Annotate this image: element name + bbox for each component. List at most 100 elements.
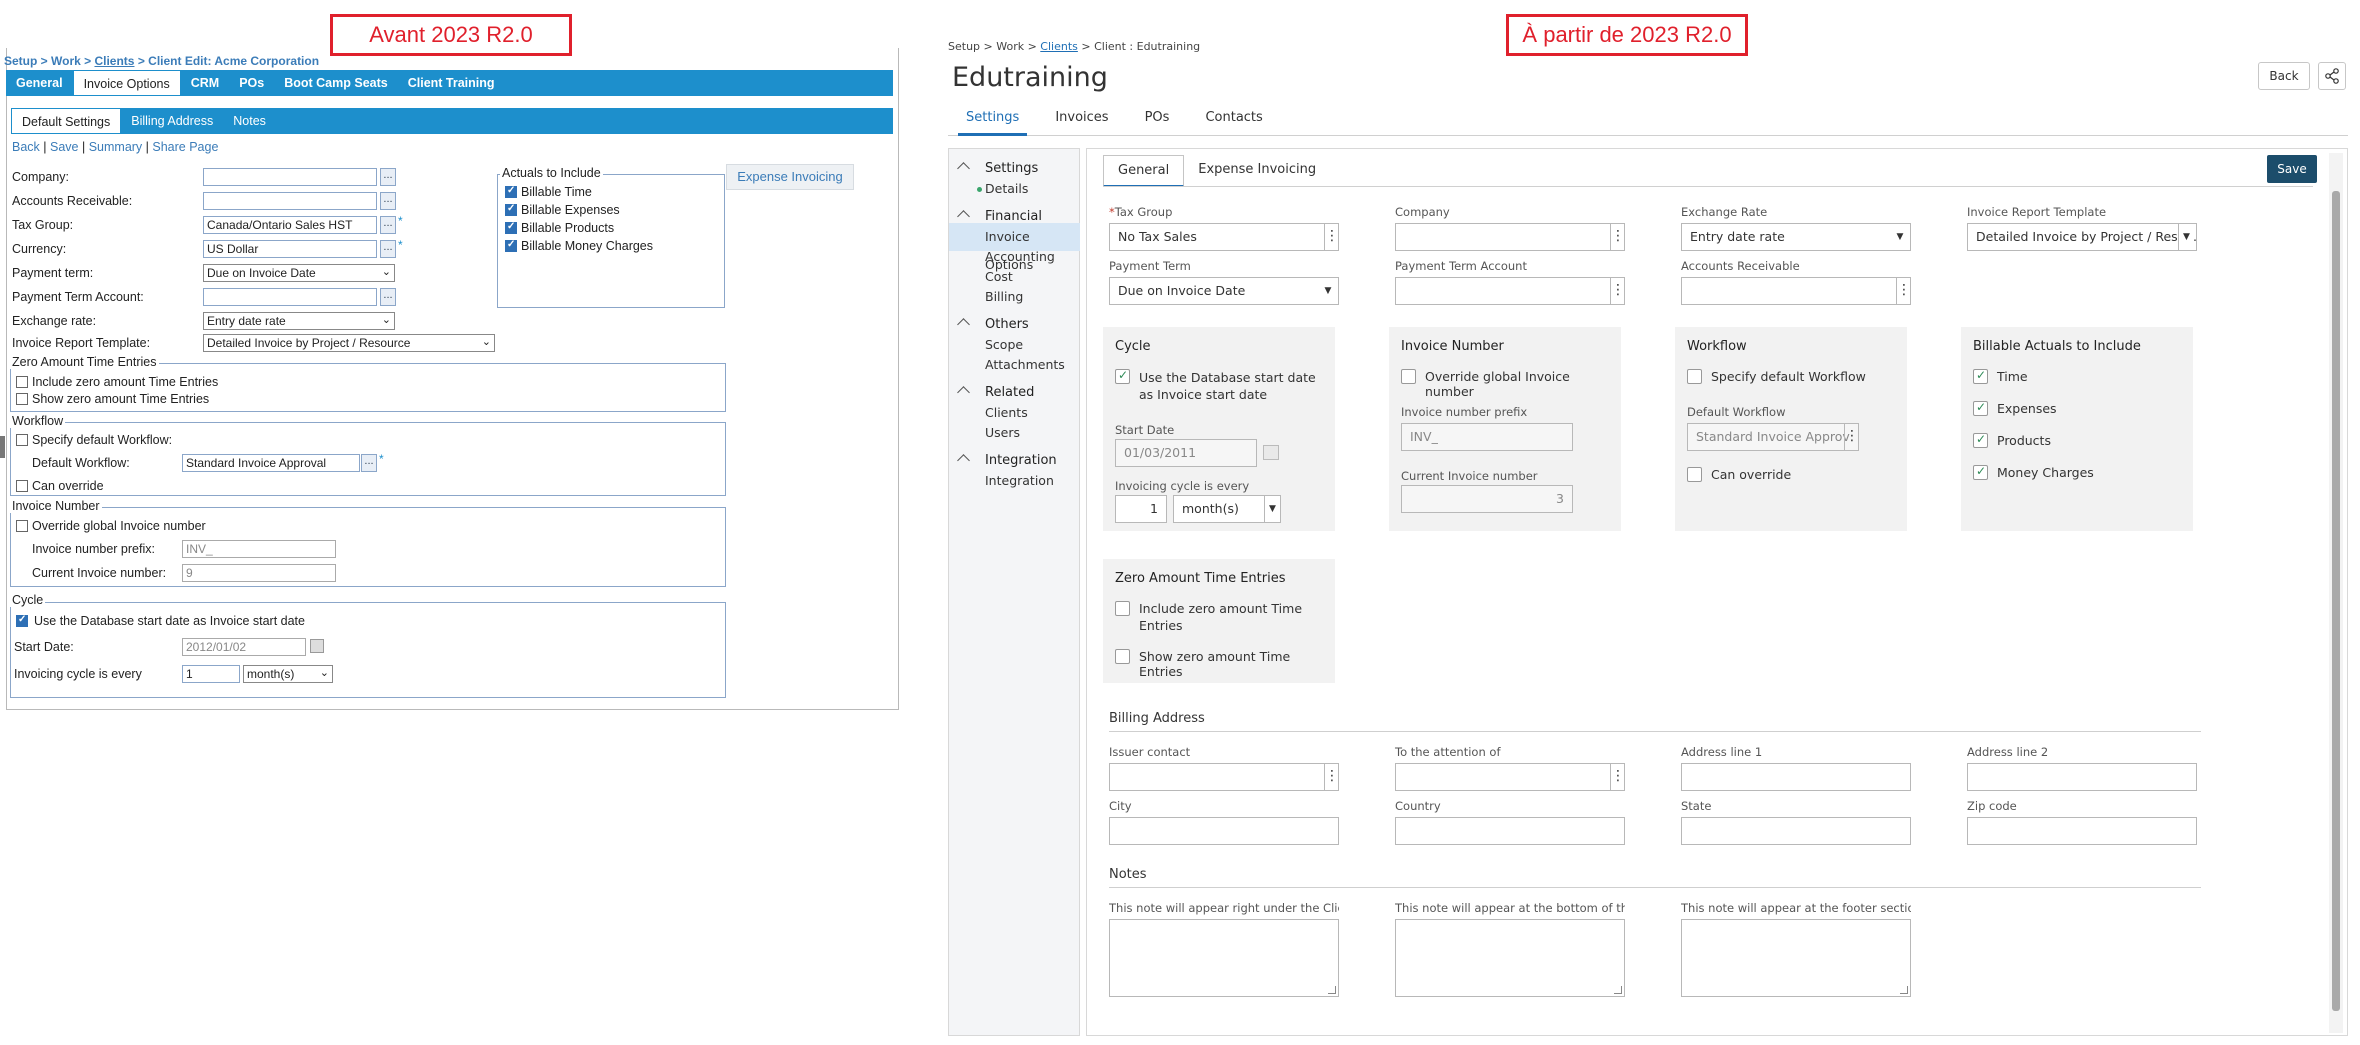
old-company-input[interactable] xyxy=(203,168,377,186)
payment-term-account-input[interactable]: ⋮ xyxy=(1395,277,1625,305)
old-subtab-billing-address[interactable]: Billing Address xyxy=(121,108,223,134)
old-override-invoice-number-checkbox[interactable] xyxy=(16,520,28,532)
default-workflow-input[interactable]: Standard Invoice Approv ⋮ xyxy=(1687,423,1859,451)
old-summary-link[interactable]: Summary xyxy=(89,140,142,154)
tab-settings[interactable]: Settings xyxy=(948,100,1037,136)
zip-code-input[interactable] xyxy=(1967,817,2197,845)
kebab-icon[interactable]: ⋮ xyxy=(1324,224,1338,250)
old-currency-input[interactable]: US Dollar xyxy=(203,240,377,258)
show-zero-checkbox[interactable] xyxy=(1115,649,1130,664)
note-footer-textarea[interactable] xyxy=(1681,919,1911,997)
old-actuals-checkbox-billable-expenses[interactable] xyxy=(505,203,517,216)
old-ar-lookup-button[interactable]: ... xyxy=(380,192,396,210)
old-actuals-checkbox-billable-money-charges[interactable] xyxy=(505,239,517,252)
cycle-unit-select[interactable]: month(s) ▼ xyxy=(1173,495,1281,523)
old-can-override-checkbox[interactable] xyxy=(16,480,28,492)
state-input[interactable] xyxy=(1681,817,1911,845)
old-show-zero-checkbox[interactable] xyxy=(16,393,28,405)
country-input[interactable] xyxy=(1395,817,1625,845)
old-start-date-input[interactable]: 2012/01/02 xyxy=(182,638,306,656)
attention-input[interactable]: ⋮ xyxy=(1395,763,1625,791)
old-current-number-input[interactable]: 9 xyxy=(182,564,336,582)
address-line-2-input[interactable] xyxy=(1967,763,2197,791)
old-tab-boot-camp-seats[interactable]: Boot Camp Seats xyxy=(274,70,398,96)
kebab-icon[interactable]: ⋮ xyxy=(1610,224,1624,250)
old-tax-group-lookup-button[interactable]: ... xyxy=(380,216,396,234)
old-payment-term-select[interactable]: Due on Invoice Date ⌄ xyxy=(203,264,395,282)
back-button[interactable]: Back xyxy=(2258,62,2310,90)
city-input[interactable] xyxy=(1109,817,1339,845)
start-date-input[interactable]: 01/03/2011 xyxy=(1115,439,1257,467)
kebab-icon[interactable]: ⋮ xyxy=(1610,278,1624,304)
old-breadcrumb-prefix[interactable]: Setup > Work > xyxy=(4,54,94,68)
report-template-select[interactable]: Detailed Invoice by Project / Reso... ▼ xyxy=(1967,223,2197,251)
use-db-start-checkbox[interactable] xyxy=(1115,368,1130,384)
actuals-products-checkbox[interactable] xyxy=(1973,432,1988,448)
current-number-input[interactable]: 3 xyxy=(1401,485,1573,513)
subtab-general[interactable]: General xyxy=(1103,155,1185,187)
old-specify-workflow-checkbox[interactable] xyxy=(16,434,28,446)
old-payment-term-account-lookup-button[interactable]: ... xyxy=(380,288,396,306)
old-payment-term-account-input[interactable] xyxy=(203,288,377,306)
old-tab-invoice-options[interactable]: Invoice Options xyxy=(72,70,181,96)
new-breadcrumb-clients-link[interactable]: Clients xyxy=(1040,40,1078,53)
actuals-money-charges-checkbox[interactable] xyxy=(1973,464,1988,480)
sidebar-item-integration[interactable]: Integration xyxy=(949,467,1080,495)
old-back-link[interactable]: Back xyxy=(12,140,40,154)
prefix-input[interactable]: INV_ xyxy=(1401,423,1573,451)
kebab-icon[interactable]: ⋮ xyxy=(1324,764,1338,790)
old-tab-crm[interactable]: CRM xyxy=(181,70,229,96)
tab-contacts[interactable]: Contacts xyxy=(1187,100,1280,135)
override-invoice-number-checkbox[interactable] xyxy=(1401,369,1416,384)
note-header-textarea[interactable] xyxy=(1109,919,1339,997)
sidebar-item-users[interactable]: Users xyxy=(949,419,1080,447)
old-default-workflow-lookup-button[interactable]: ... xyxy=(361,454,377,472)
kebab-icon[interactable]: ⋮ xyxy=(1896,278,1910,304)
can-override-checkbox[interactable] xyxy=(1687,467,1702,482)
old-tax-group-input[interactable]: Canada/Ontario Sales HST xyxy=(203,216,377,234)
old-prefix-input[interactable]: INV_ xyxy=(182,540,336,558)
tab-invoices[interactable]: Invoices xyxy=(1037,100,1126,135)
specify-workflow-checkbox[interactable] xyxy=(1687,369,1702,384)
old-expense-invoicing-button[interactable]: Expense Invoicing xyxy=(726,164,854,190)
old-actuals-checkbox-billable-time[interactable] xyxy=(505,185,517,198)
old-save-link[interactable]: Save xyxy=(50,140,79,154)
old-include-zero-checkbox[interactable] xyxy=(16,376,28,388)
old-cycle-every-input[interactable]: 1 xyxy=(182,665,240,683)
share-button[interactable] xyxy=(2318,62,2346,90)
sidebar-item-billing[interactable]: Billing xyxy=(949,283,1080,311)
old-report-template-select[interactable]: Detailed Invoice by Project / Resource ⌄ xyxy=(203,334,495,352)
calendar-icon[interactable] xyxy=(1263,445,1279,460)
scrollbar-thumb[interactable] xyxy=(2332,191,2340,1011)
sidebar-item-details[interactable]: Details xyxy=(949,175,1080,203)
panel-scrollbar[interactable] xyxy=(2329,153,2343,1033)
resize-grip-icon[interactable] xyxy=(1614,986,1622,994)
company-input[interactable]: ⋮ xyxy=(1395,223,1625,251)
save-button[interactable]: Save xyxy=(2267,155,2317,183)
old-ar-input[interactable] xyxy=(203,192,377,210)
old-exchange-rate-select[interactable]: Entry date rate ⌄ xyxy=(203,312,395,330)
old-share-page-link[interactable]: Share Page xyxy=(152,140,218,154)
address-line-1-input[interactable] xyxy=(1681,763,1911,791)
old-actuals-checkbox-billable-products[interactable] xyxy=(505,221,517,234)
tax-group-input[interactable]: No Tax Sales ⋮ xyxy=(1109,223,1339,251)
sidebar-item-attachments[interactable]: Attachments xyxy=(949,351,1080,379)
calendar-icon[interactable] xyxy=(310,639,324,653)
resize-grip-icon[interactable] xyxy=(1900,986,1908,994)
subtab-expense-invoicing[interactable]: Expense Invoicing xyxy=(1184,155,1330,187)
old-default-workflow-input[interactable]: Standard Invoice Approval xyxy=(182,454,360,472)
note-bottom-textarea[interactable] xyxy=(1395,919,1625,997)
payment-term-select[interactable]: Due on Invoice Date ▼ xyxy=(1109,277,1339,305)
actuals-time-checkbox[interactable] xyxy=(1973,368,1988,384)
tab-pos[interactable]: POs xyxy=(1127,100,1188,135)
old-currency-lookup-button[interactable]: ... xyxy=(380,240,396,258)
old-use-db-start-checkbox[interactable] xyxy=(16,614,28,627)
exchange-rate-select[interactable]: Entry date rate ▼ xyxy=(1681,223,1911,251)
old-tab-pos[interactable]: POs xyxy=(229,70,274,96)
old-side-handle[interactable] xyxy=(0,436,5,458)
ar-input[interactable]: ⋮ xyxy=(1681,277,1911,305)
old-company-lookup-button[interactable]: ... xyxy=(380,168,396,186)
include-zero-checkbox[interactable] xyxy=(1115,601,1130,616)
kebab-icon[interactable]: ⋮ xyxy=(1610,764,1624,790)
kebab-icon[interactable]: ⋮ xyxy=(1844,424,1858,450)
